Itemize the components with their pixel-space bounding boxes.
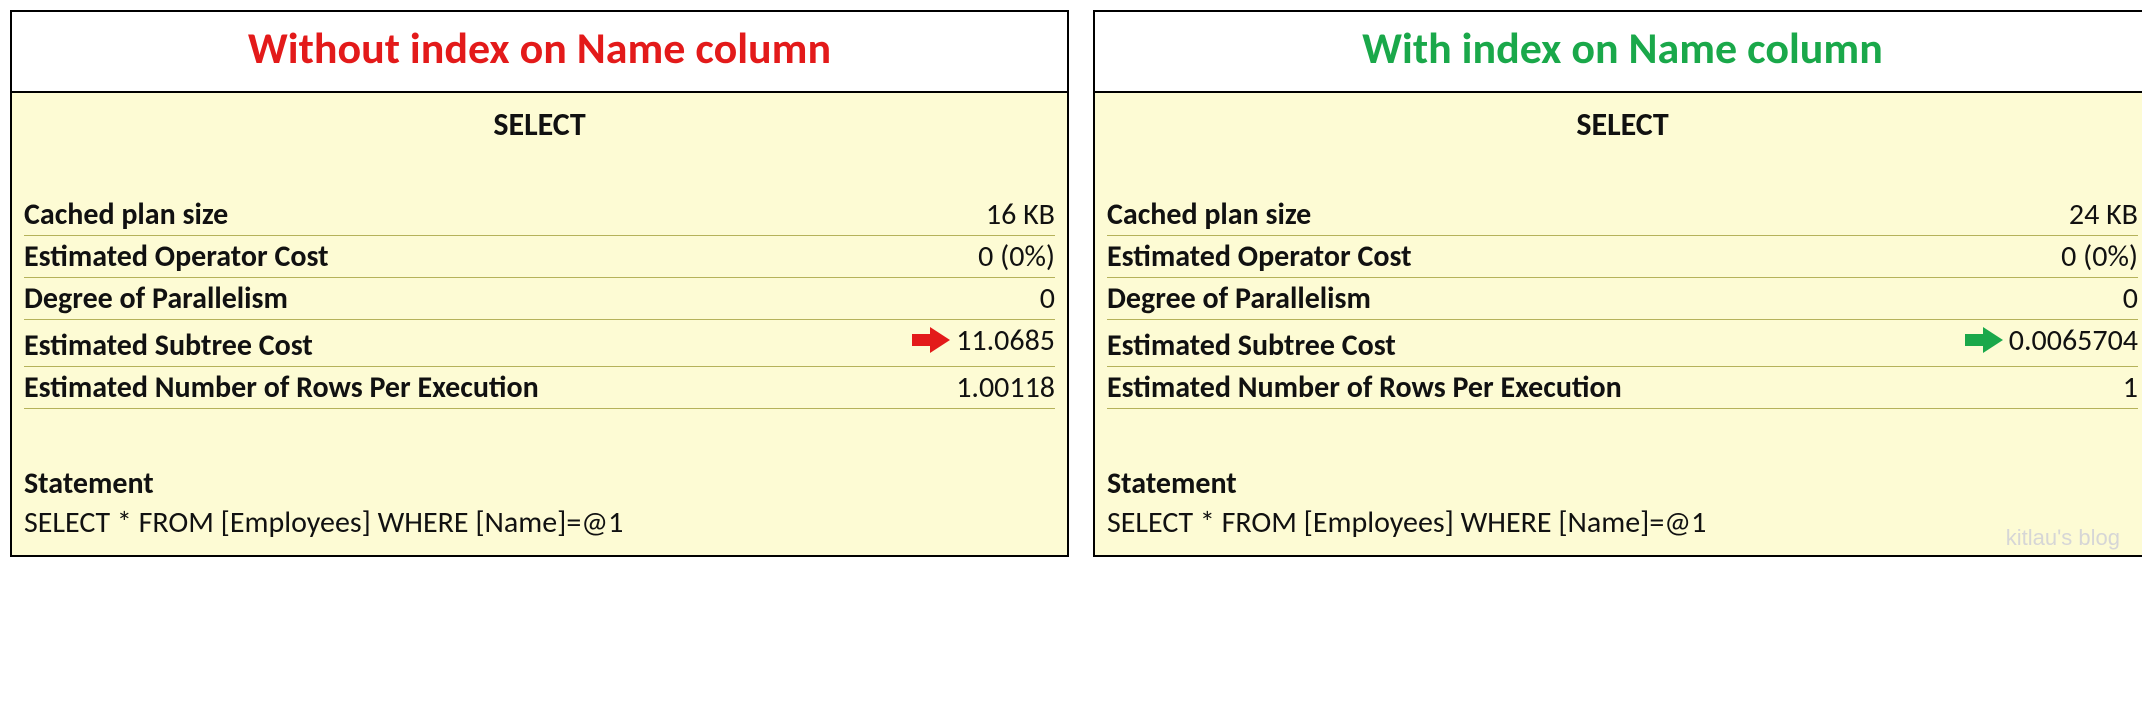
panel-title-left: Without index on Name column: [12, 12, 1067, 93]
stat-value: 0: [2123, 280, 2138, 317]
stat-value: 24 KB: [2069, 196, 2138, 233]
panel-with-index: With index on Name column SELECT Cached …: [1093, 10, 2142, 557]
panel-body-right: SELECT Cached plan size 24 KB Estimated …: [1095, 93, 2142, 556]
panel-title-right: With index on Name column: [1095, 12, 2142, 93]
stat-value: 0: [1040, 280, 1055, 317]
stat-value: 11.0685: [912, 322, 1055, 359]
statement-text: SELECT * FROM [Employees] WHERE [Name]=@…: [1107, 504, 2138, 541]
stat-value: 1.00118: [956, 369, 1055, 406]
comparison-container: Without index on Name column SELECT Cach…: [10, 10, 2142, 557]
stat-row: Estimated Operator Cost 0 (0%): [24, 236, 1055, 278]
stat-row: Cached plan size 24 KB: [1107, 194, 2138, 236]
statement-block: Statement SELECT * FROM [Employees] WHER…: [1107, 465, 2138, 541]
stat-row: Estimated Number of Rows Per Execution 1: [1107, 367, 2138, 409]
stat-row: Degree of Parallelism 0: [1107, 278, 2138, 320]
stat-row-highlight: Estimated Subtree Cost 0.0065704: [1107, 320, 2138, 368]
panel-body-left: SELECT Cached plan size 16 KB Estimated …: [12, 93, 1067, 556]
stat-value: 0 (0%): [978, 238, 1055, 275]
stat-label: Estimated Operator Cost: [1107, 238, 1412, 275]
arrow-right-icon: [1965, 325, 2003, 355]
stat-value: 16 KB: [986, 196, 1055, 233]
stat-row: Estimated Operator Cost 0 (0%): [1107, 236, 2138, 278]
panel-without-index: Without index on Name column SELECT Cach…: [10, 10, 1069, 557]
stat-value-text: 11.0685: [956, 322, 1055, 359]
stat-label: Cached plan size: [1107, 196, 1311, 233]
stat-value: 0 (0%): [2061, 238, 2138, 275]
stat-label: Estimated Number of Rows Per Execution: [1107, 369, 1622, 406]
stat-row: Degree of Parallelism 0: [24, 278, 1055, 320]
stat-value: 1: [2123, 369, 2138, 406]
statement-label: Statement: [1107, 465, 2138, 502]
stat-label: Estimated Subtree Cost: [1107, 327, 1396, 364]
stat-label: Estimated Operator Cost: [24, 238, 329, 275]
stat-value: 0.0065704: [1965, 322, 2138, 359]
stat-label: Cached plan size: [24, 196, 228, 233]
stat-row: Estimated Number of Rows Per Execution 1…: [24, 367, 1055, 409]
statement-label: Statement: [24, 465, 1055, 502]
statement-block: Statement SELECT * FROM [Employees] WHER…: [24, 465, 1055, 541]
statement-text: SELECT * FROM [Employees] WHERE [Name]=@…: [24, 504, 1055, 541]
stat-label: Estimated Number of Rows Per Execution: [24, 369, 539, 406]
operator-name-left: SELECT: [24, 105, 1055, 144]
operator-name-right: SELECT: [1107, 105, 2138, 144]
stat-label: Estimated Subtree Cost: [24, 327, 313, 364]
stat-row: Cached plan size 16 KB: [24, 194, 1055, 236]
stat-label: Degree of Parallelism: [24, 280, 288, 317]
stat-row-highlight: Estimated Subtree Cost 11.0685: [24, 320, 1055, 368]
stat-value-text: 0.0065704: [2009, 322, 2138, 359]
arrow-right-icon: [912, 325, 950, 355]
stat-label: Degree of Parallelism: [1107, 280, 1371, 317]
